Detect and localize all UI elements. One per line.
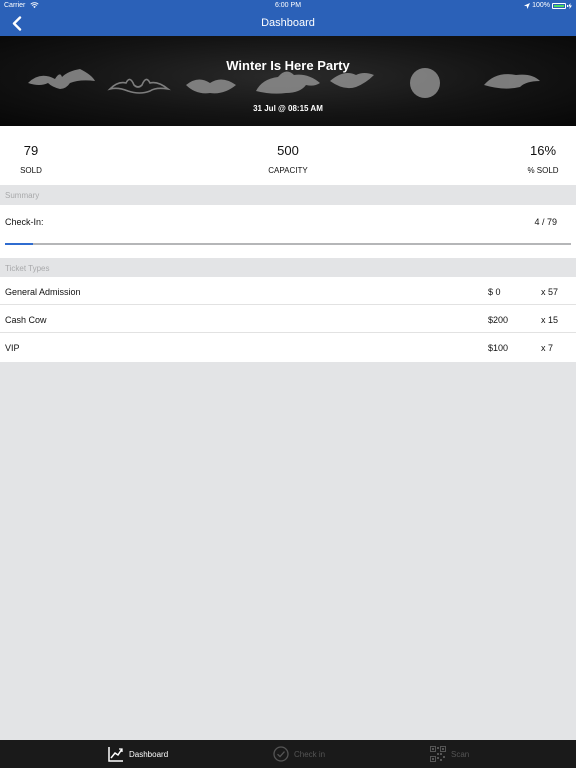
- sold-value: 79: [23, 143, 39, 158]
- ticket-qty: x 57: [541, 287, 559, 297]
- ticket-name: Cash Cow: [5, 315, 47, 325]
- ticket-price: $200: [488, 315, 509, 325]
- capacity-label: CAPACITY: [268, 166, 308, 175]
- battery-icon: [552, 2, 568, 9]
- page-title: Dashboard: [261, 17, 315, 29]
- ticket-qty: x 15: [541, 315, 559, 325]
- summary-panel: Check-In: 4 / 79: [0, 205, 576, 258]
- battery-percent: 100%: [532, 2, 550, 9]
- ticket-name: General Admission: [5, 287, 81, 297]
- capacity-value: 500: [277, 143, 299, 158]
- qr-code-icon: [430, 746, 446, 762]
- ticket-price: $100: [488, 343, 509, 353]
- tab-dashboard-label: Dashboard: [129, 749, 169, 759]
- tab-scan[interactable]: Scan: [430, 740, 469, 768]
- event-title: Winter Is Here Party: [226, 58, 350, 73]
- ticket-row[interactable]: Cash Cow $200 x 15: [0, 305, 576, 333]
- tab-dashboard[interactable]: Dashboard: [108, 740, 168, 768]
- status-bar: Carrier 6:00 PM 100%: [0, 0, 576, 11]
- checkin-label: Check-In:: [5, 217, 44, 227]
- check-circle-icon: [273, 746, 289, 762]
- stat-percent-sold: 16% % SOLD: [515, 143, 571, 175]
- sold-label: SOLD: [20, 166, 42, 175]
- location-arrow-icon: [524, 2, 531, 9]
- charging-bolt-icon: [568, 2, 572, 9]
- checkin-count: 4 / 79: [534, 217, 557, 227]
- ticket-name: VIP: [5, 343, 20, 353]
- chart-line-icon: [108, 747, 123, 762]
- checkin-progress-track: [5, 243, 571, 245]
- tab-check-in-label: Check in: [294, 749, 326, 759]
- event-banner: Winter Is Here Party 31 Jul @ 08:15 AM: [0, 36, 576, 126]
- summary-section-header: Summary: [0, 185, 576, 204]
- tab-check-in[interactable]: Check in: [273, 740, 325, 768]
- stat-sold: 79 SOLD: [10, 143, 52, 175]
- navigation-bar: Dashboard: [0, 11, 576, 36]
- stat-capacity: 500 CAPACITY: [248, 143, 328, 175]
- event-date: 31 Jul @ 08:15 AM: [253, 104, 323, 113]
- ticket-types-section-header: Ticket Types: [0, 258, 576, 277]
- status-time: 6:00 PM: [274, 2, 302, 9]
- percent-sold-label: % SOLD: [527, 166, 559, 175]
- ticket-price: $ 0: [488, 287, 501, 297]
- percent-sold-value: 16%: [529, 143, 557, 158]
- stats-panel: 79 SOLD 500 CAPACITY 16% % SOLD: [0, 126, 576, 185]
- ticket-qty: x 7: [541, 343, 554, 353]
- ticket-types-list: General Admission $ 0 x 57 Cash Cow $200…: [0, 277, 576, 362]
- tab-bar: Dashboard Check in Scan: [0, 740, 576, 768]
- ticket-row[interactable]: General Admission $ 0 x 57: [0, 277, 576, 305]
- ticket-row[interactable]: VIP $100 x 7: [0, 333, 576, 362]
- checkin-progress-bar: [5, 243, 34, 245]
- tab-scan-label: Scan: [451, 749, 470, 759]
